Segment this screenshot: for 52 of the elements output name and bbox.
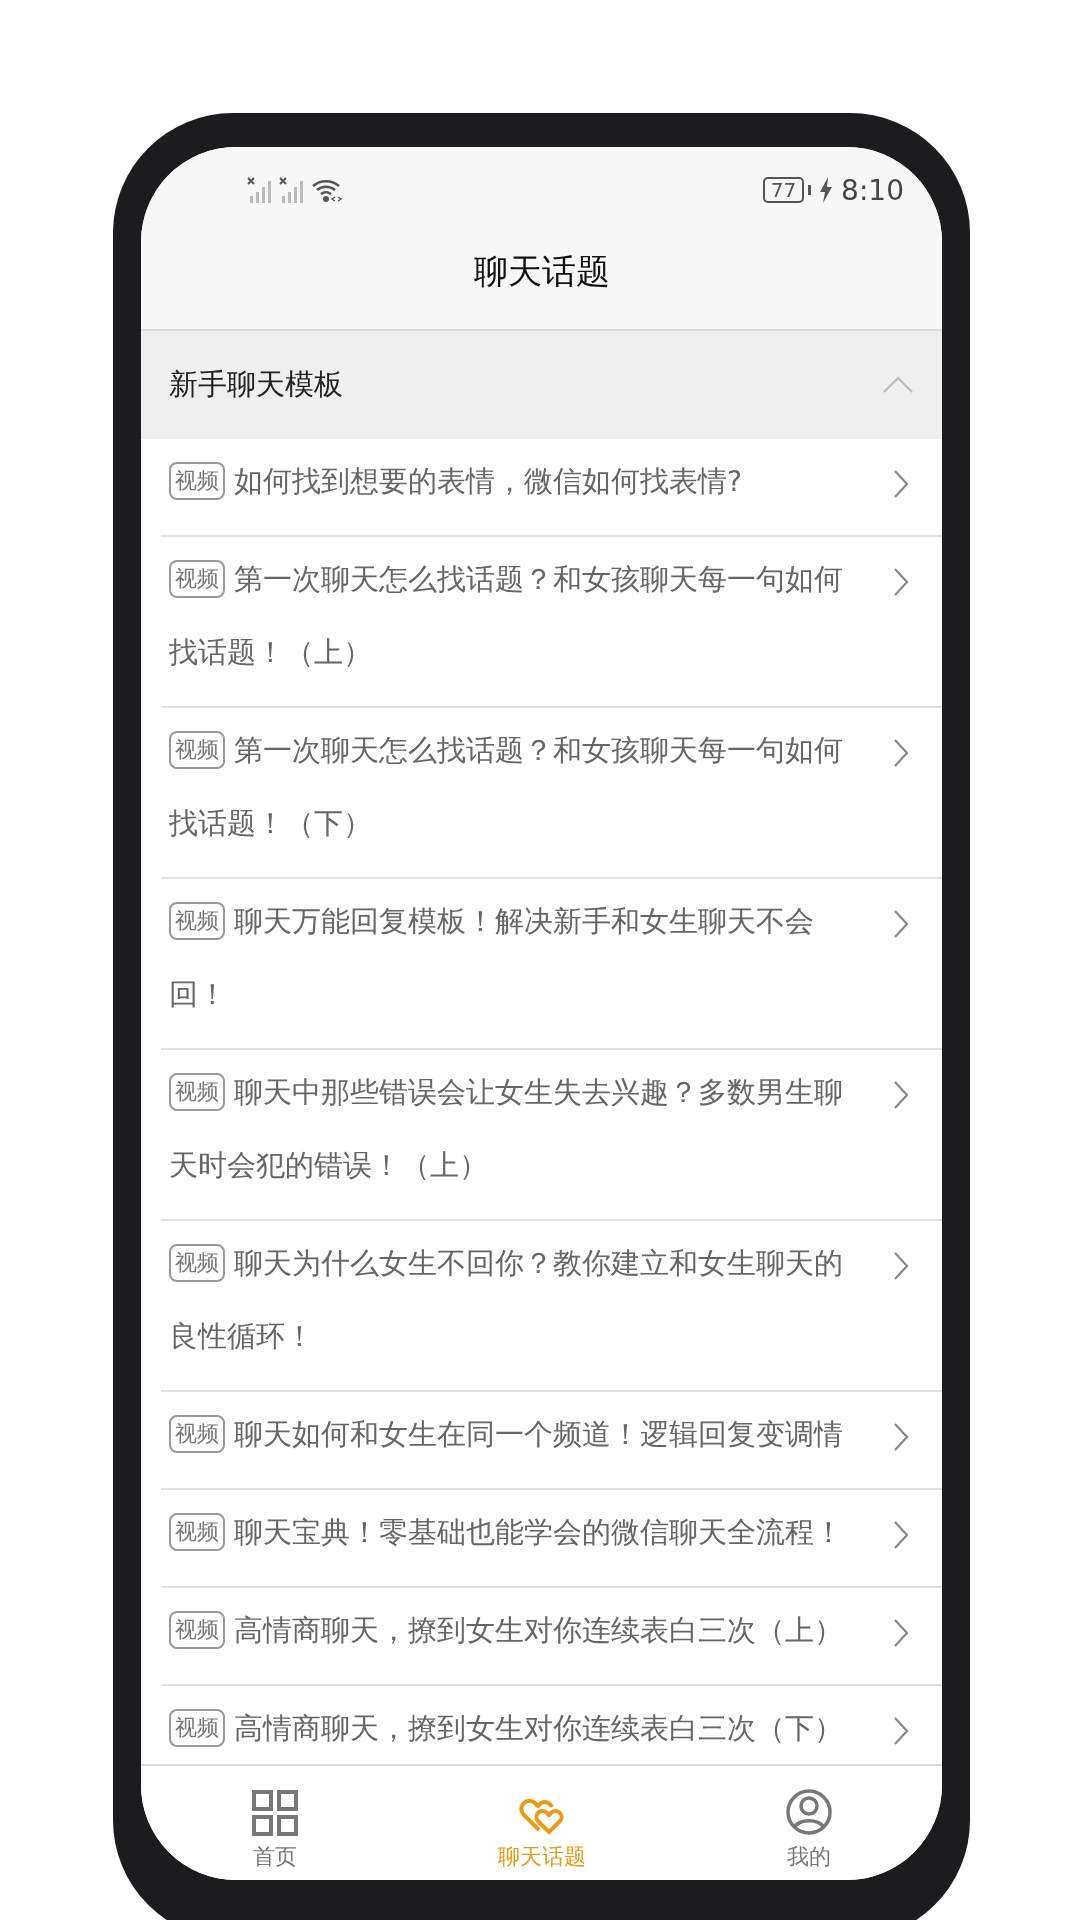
topic-title: 视频 第一次聊天怎么找话题？和女孩聊天每一句如何找话题！（上） [169,543,848,689]
list-item[interactable]: 视频 高情商聊天，撩到女生对你连续表白三次（上） [161,1588,942,1686]
chevron-right-icon [893,1520,909,1550]
chevron-right-icon [893,567,909,597]
list-item[interactable]: 视频 第一次聊天怎么找话题？和女孩聊天每一句如何找话题！（下） [161,708,942,879]
video-tag: 视频 [169,1513,225,1551]
chevron-up-icon[interactable] [882,376,914,394]
topic-title: 视频 高情商聊天，撩到女生对你连续表白三次（上） [169,1594,848,1667]
video-tag: 视频 [169,731,225,769]
topic-title: 视频 聊天中那些错误会让女生失去兴趣？多数男生聊天时会犯的错误！（上） [169,1056,848,1202]
chevron-right-icon [893,1618,909,1648]
clock: 8:10 [841,173,904,207]
user-icon [784,1788,833,1836]
topic-title: 视频 高情商聊天，撩到女生对你连续表白三次（下） [169,1692,848,1764]
battery-level: 77 [762,177,805,203]
video-tag: 视频 [169,1244,225,1282]
video-tag: 视频 [169,1415,225,1453]
chevron-right-icon [893,909,909,939]
topic-title: 视频 聊天为什么女生不回你？教你建立和女生聊天的良性循环！ [169,1227,848,1373]
chevron-right-icon [893,1716,909,1746]
hearts-icon [518,1796,565,1836]
chevron-right-icon [893,469,909,499]
tab-item[interactable]: 我的 [675,1766,942,1872]
video-tag: 视频 [169,462,225,500]
video-tag: 视频 [169,1073,225,1111]
topic-title: 视频 聊天万能回复模板！解决新手和女生聊天不会回！ [169,885,848,1031]
section-header[interactable]: 新手聊天模板 [141,331,942,439]
topic-title: 视频 如何找到想要的表情，微信如何找表情? [169,445,848,518]
video-tag: 视频 [169,1611,225,1649]
list-item[interactable]: 视频 聊天万能回复模板！解决新手和女生聊天不会回！ [161,879,942,1050]
chevron-right-icon [893,1422,909,1452]
chevron-right-icon [893,738,909,768]
list-item[interactable]: 视频 聊天宝典！零基础也能学会的微信聊天全流程！ [161,1490,942,1588]
wifi-icon [311,177,343,203]
section-title: 新手聊天模板 [169,366,343,403]
page-title: 聊天话题 [473,250,610,293]
video-tag: 视频 [169,902,225,940]
list-item[interactable]: 视频 聊天为什么女生不回你？教你建立和女生聊天的良性循环！ [161,1221,942,1392]
list-item[interactable]: 视频 第一次聊天怎么找话题？和女孩聊天每一句如何找话题！（上） [161,537,942,708]
video-tag: 视频 [169,560,225,598]
topic-title: 视频 聊天宝典！零基础也能学会的微信聊天全流程！ [169,1496,848,1569]
charging-icon [819,177,834,203]
topic-title: 视频 聊天如何和女生在同一个频道！逻辑回复变调情 [169,1398,848,1471]
list-item[interactable]: 视频 如何找到想要的表情，微信如何找表情? [161,439,942,537]
topic-title: 视频 第一次聊天怎么找话题？和女孩聊天每一句如何找话题！（下） [169,714,848,860]
grid-icon [251,1790,298,1836]
tab-item[interactable]: 首页 [141,1766,408,1872]
list-item[interactable]: 视频 聊天中那些错误会让女生失去兴趣？多数男生聊天时会犯的错误！（上） [161,1050,942,1221]
video-tag: 视频 [169,1709,225,1747]
chevron-right-icon [893,1080,909,1110]
chevron-right-icon [893,1251,909,1281]
list-item[interactable]: 视频 聊天如何和女生在同一个频道！逻辑回复变调情 [161,1392,942,1490]
